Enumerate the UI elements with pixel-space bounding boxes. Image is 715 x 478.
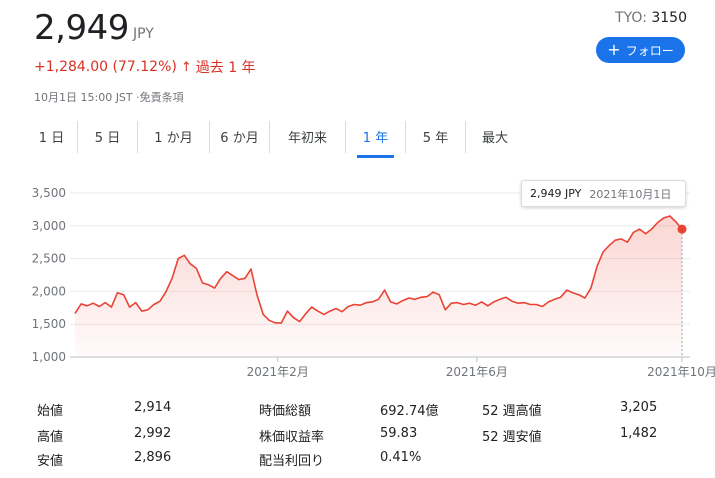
stat-value: 1,482 xyxy=(620,426,658,441)
tab-label: 5 日 xyxy=(94,131,121,146)
plus-icon: + xyxy=(607,40,621,59)
tab-label: 1 年 xyxy=(356,127,395,158)
stat-value: 692.74億 xyxy=(380,404,439,419)
stat-label: 高値 xyxy=(37,430,64,445)
tooltip-date: 2021年10月1日 xyxy=(589,187,672,201)
stat-value: 2,914 xyxy=(134,400,172,415)
last-point-dot xyxy=(677,224,687,234)
arrow-up-icon: ↑ xyxy=(180,59,192,75)
stat-label: 始値 xyxy=(37,404,64,419)
tab-label: 年初来 xyxy=(287,131,327,146)
current-price: 2,949 xyxy=(34,8,129,48)
tab-label: 1 か月 xyxy=(154,131,193,146)
tab-label: 6 か月 xyxy=(220,131,259,146)
tooltip-value: 2,949 JPY xyxy=(530,187,582,200)
tab-range[interactable]: 5 日 xyxy=(78,121,138,153)
price-change: +1,284.00 (77.12%) ↑ 過去 1 年 xyxy=(34,57,256,77)
tab-label: 1 日 xyxy=(38,131,65,146)
y-tick-label: 2,500 xyxy=(32,252,66,266)
stat-label: 52 週高値 xyxy=(482,404,542,419)
stat-value: 59.83 xyxy=(380,426,418,441)
tab-range[interactable]: 1 か月 xyxy=(138,121,210,153)
stat-value: 3,205 xyxy=(620,400,658,415)
follow-label: フォロー xyxy=(625,43,674,58)
range-tabs: 1 日 5 日 1 か月 6 か月 年初来 1 年 5 年 最大 xyxy=(26,121,524,158)
x-tick-label: 2021年10月 xyxy=(647,365,715,379)
chart-tooltip: 2,949 JPY 2021年10月1日 xyxy=(521,180,686,207)
x-tick-label: 2021年2月 xyxy=(247,365,309,379)
stat-label: 時価総額 xyxy=(259,404,312,419)
y-tick-label: 3,500 xyxy=(32,186,66,200)
tab-label: 最大 xyxy=(481,131,508,146)
exchange-label: TYO: xyxy=(615,10,647,26)
stat-value: 2,896 xyxy=(134,450,172,465)
ticker-symbol: TYO: 3150 xyxy=(615,10,687,26)
stat-value: 0.41% xyxy=(380,450,422,465)
stat-label: 株価収益率 xyxy=(259,430,325,445)
symbol-label: 3150 xyxy=(651,10,687,26)
stat-label: 配当利回り xyxy=(259,454,325,469)
tab-range[interactable]: 1 年 xyxy=(346,121,406,158)
change-value: +1,284.00 (77.12%) xyxy=(34,59,177,75)
y-tick-label: 1,000 xyxy=(32,350,66,364)
tab-range[interactable]: 1 日 xyxy=(26,121,78,153)
tab-range[interactable]: 5 年 xyxy=(406,121,466,153)
stat-label: 安値 xyxy=(37,454,64,469)
tab-range[interactable]: 6 か月 xyxy=(210,121,270,153)
y-tick-label: 2,000 xyxy=(32,284,66,298)
change-period: 過去 1 年 xyxy=(195,60,256,76)
stat-label: 52 週安値 xyxy=(482,430,542,445)
x-tick-label: 2021年6月 xyxy=(446,365,508,379)
y-tick-label: 3,000 xyxy=(32,219,66,233)
stat-value: 2,992 xyxy=(134,426,172,441)
tab-label: 5 年 xyxy=(422,131,449,146)
tab-range[interactable]: 年初来 xyxy=(270,121,346,153)
timestamp: 10月1日 15:00 JST ·免責条項 xyxy=(34,91,184,104)
y-tick-label: 1,500 xyxy=(32,317,66,331)
follow-button[interactable]: + フォロー xyxy=(596,37,685,63)
tab-range[interactable]: 最大 xyxy=(466,121,524,153)
currency-label: JPY xyxy=(133,26,154,42)
